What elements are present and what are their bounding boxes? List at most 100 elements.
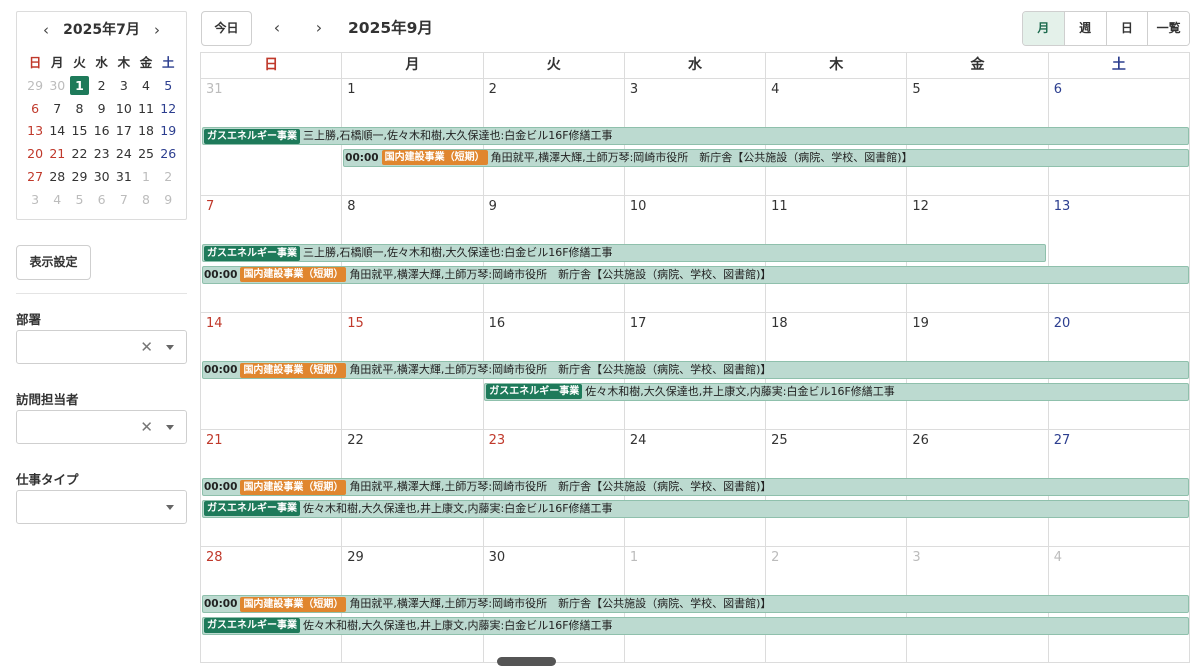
mini-calendar-day[interactable]: 3 [26,190,45,209]
day-number[interactable]: 23 [489,433,506,449]
mini-calendar-day[interactable]: 30 [48,76,67,95]
day-number[interactable]: 20 [1054,316,1071,332]
mini-calendar-day[interactable]: 7 [114,190,133,209]
view-week-button[interactable]: 週 [1063,12,1106,45]
mini-calendar-day[interactable]: 25 [137,144,156,163]
day-number[interactable]: 18 [771,316,788,332]
calendar-event[interactable]: 00:00 国内建設事業（短期） 角田就平,横澤大輝,土師万琴:岡崎市役所 新庁舎【… [343,148,1189,167]
mini-calendar-day[interactable]: 19 [159,121,178,140]
mini-next-month-button[interactable]: › [146,20,168,40]
day-number[interactable]: 25 [771,433,788,449]
mini-calendar-day[interactable]: 7 [48,99,67,118]
mini-calendar-day[interactable]: 24 [114,144,133,163]
day-number[interactable]: 28 [206,550,223,566]
chevron-down-icon[interactable] [166,425,174,430]
day-number[interactable]: 15 [347,316,364,332]
mini-calendar-day[interactable]: 20 [26,144,45,163]
next-month-button[interactable]: › [309,17,329,39]
day-number[interactable]: 17 [630,316,647,332]
day-number[interactable]: 22 [347,433,364,449]
day-number[interactable]: 29 [347,550,364,566]
calendar-event[interactable]: ガスエネルギー事業 佐々木和樹,大久保達也,井上康文,内藤実:白金ビル16F修繕工… [202,616,1189,635]
day-number[interactable]: 21 [206,433,223,449]
day-number[interactable]: 24 [630,433,647,449]
mini-calendar-day[interactable]: 22 [70,144,89,163]
day-number[interactable]: 2 [489,82,497,98]
mini-calendar-day[interactable]: 14 [48,121,67,140]
calendar-event[interactable]: ガスエネルギー事業 三上勝,石橋順一,佐々木和樹,大久保達也:白金ビル16F修繕工… [202,244,1046,262]
job-type-select[interactable] [16,490,187,524]
mini-calendar-day[interactable]: 6 [92,190,111,209]
mini-calendar-day[interactable]: 26 [159,144,178,163]
day-number[interactable]: 9 [489,199,497,215]
mini-calendar-today[interactable]: 1 [69,75,89,95]
day-number[interactable]: 27 [1054,433,1071,449]
visitor-select[interactable]: ✕ [16,410,187,444]
mini-calendar-day[interactable]: 18 [137,121,156,140]
prev-month-button[interactable]: ‹ [267,17,287,39]
mini-calendar-day[interactable]: 29 [26,76,45,95]
day-number[interactable]: 31 [206,82,223,98]
mini-calendar-day[interactable]: 9 [92,99,111,118]
day-number[interactable]: 10 [630,199,647,215]
today-button[interactable]: 今日 [201,11,252,46]
mini-calendar-day[interactable]: 5 [159,76,178,95]
display-settings-button[interactable]: 表示設定 [16,245,91,280]
view-day-button[interactable]: 日 [1105,12,1148,45]
mini-calendar-day[interactable]: 8 [70,99,89,118]
day-cell[interactable]: 13 [1047,196,1189,312]
day-number[interactable]: 4 [771,82,779,98]
day-number[interactable]: 14 [206,316,223,332]
mini-calendar-day[interactable]: 4 [48,190,67,209]
day-number[interactable]: 11 [771,199,788,215]
day-number[interactable]: 30 [489,550,506,566]
mini-calendar-day[interactable]: 12 [159,99,178,118]
mini-calendar-day[interactable]: 8 [137,190,156,209]
mini-calendar-day[interactable]: 3 [114,76,133,95]
mini-calendar-day[interactable]: 30 [92,167,111,186]
mini-calendar-day[interactable]: 13 [26,121,45,140]
day-number[interactable]: 1 [630,550,638,566]
mini-calendar-day[interactable]: 28 [48,167,67,186]
calendar-event[interactable]: 00:00 国内建設事業（短期） 角田就平,横澤大輝,土師万琴:岡崎市役所 新庁舎【… [202,595,1189,613]
chevron-down-icon[interactable] [166,505,174,510]
calendar-event[interactable]: ガスエネルギー事業 三上勝,石橋順一,佐々木和樹,大久保達也:白金ビル16F修繕工… [202,127,1189,145]
chevron-down-icon[interactable] [166,345,174,350]
mini-calendar-day[interactable]: 17 [114,121,133,140]
mini-calendar-day[interactable]: 1 [137,167,156,186]
day-number[interactable]: 12 [912,199,929,215]
mini-calendar-day[interactable]: 6 [26,99,45,118]
mini-calendar-day[interactable]: 10 [114,99,133,118]
day-number[interactable]: 3 [912,550,920,566]
day-number[interactable]: 2 [771,550,779,566]
calendar-event[interactable]: 00:00 国内建設事業（短期） 角田就平,横澤大輝,土師万琴:岡崎市役所 新庁舎【… [202,265,1189,284]
mini-calendar-day[interactable]: 11 [137,99,156,118]
day-number[interactable]: 1 [347,82,355,98]
calendar-event[interactable]: ガスエネルギー事業 佐々木和樹,大久保達也,井上康文,内藤実:白金ビル16F修繕工… [484,382,1189,401]
calendar-event[interactable]: ガスエネルギー事業 佐々木和樹,大久保達也,井上康文,内藤実:白金ビル16F修繕工… [202,499,1189,518]
mini-calendar-day[interactable]: 5 [70,190,89,209]
mini-calendar-day[interactable]: 2 [159,167,178,186]
mini-calendar-day[interactable]: 31 [114,167,133,186]
mini-calendar-day[interactable]: 15 [70,121,89,140]
mini-calendar-day[interactable]: 23 [92,144,111,163]
view-list-button[interactable]: 一覧 [1147,12,1189,45]
mini-calendar-day[interactable]: 21 [48,144,67,163]
calendar-event[interactable]: 00:00 国内建設事業（短期） 角田就平,横澤大輝,土師万琴:岡崎市役所 新庁舎【… [202,478,1189,496]
view-month-button[interactable]: 月 [1023,12,1064,45]
day-number[interactable]: 8 [347,199,355,215]
day-number[interactable]: 6 [1054,82,1062,98]
mini-calendar-day[interactable]: 29 [70,167,89,186]
mini-calendar-day[interactable]: 9 [159,190,178,209]
mini-calendar-day[interactable]: 27 [26,167,45,186]
day-number[interactable]: 4 [1054,550,1062,566]
department-clear-icon[interactable]: ✕ [140,331,153,363]
calendar-event[interactable]: 00:00 国内建設事業（短期） 角田就平,横澤大輝,土師万琴:岡崎市役所 新庁舎【… [202,361,1189,379]
mini-calendar-day[interactable]: 16 [92,121,111,140]
day-number[interactable]: 7 [206,199,214,215]
mini-calendar-day[interactable]: 4 [137,76,156,95]
day-number[interactable]: 16 [489,316,506,332]
day-number[interactable]: 26 [912,433,929,449]
day-number[interactable]: 5 [912,82,920,98]
visitor-clear-icon[interactable]: ✕ [140,411,153,443]
